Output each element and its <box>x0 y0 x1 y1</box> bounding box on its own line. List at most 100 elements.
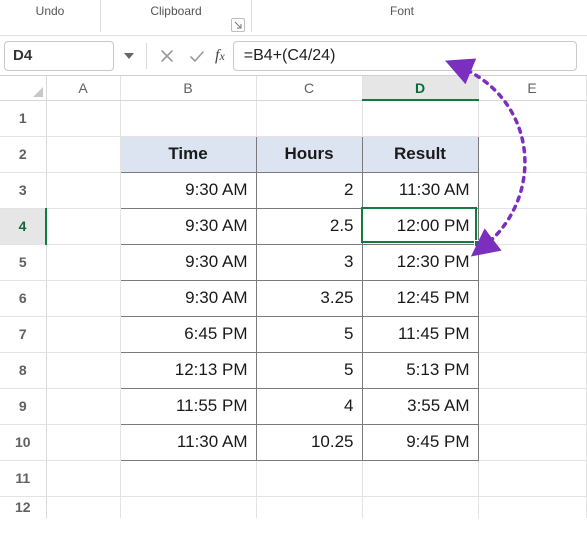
cell-c9[interactable]: 4 <box>256 388 362 424</box>
cell-e6[interactable] <box>478 280 586 316</box>
row-header-1[interactable]: 1 <box>0 100 46 136</box>
cell-a3[interactable] <box>46 172 120 208</box>
ribbon-label-font: Font <box>390 0 414 18</box>
cell-a7[interactable] <box>46 316 120 352</box>
row-header-4[interactable]: 4 <box>0 208 46 244</box>
formula-bar-row: D4 fx =B4+(C4/24) <box>0 36 587 76</box>
fx-icon[interactable]: fx <box>215 47 225 65</box>
separator <box>146 43 147 69</box>
cell-e12[interactable] <box>478 496 586 518</box>
cell-d9[interactable]: 3:55 AM <box>362 388 478 424</box>
cell-a2[interactable] <box>46 136 120 172</box>
cell-c12[interactable] <box>256 496 362 518</box>
ribbon-label-undo: Undo <box>36 0 65 18</box>
name-box[interactable]: D4 <box>4 41 114 71</box>
sheet-table: A B C D E 1 2 Time Hours Result 3 9:30 A… <box>0 76 587 518</box>
cell-d7[interactable]: 11:45 PM <box>362 316 478 352</box>
row-header-7[interactable]: 7 <box>0 316 46 352</box>
row-header-3[interactable]: 3 <box>0 172 46 208</box>
cell-e4[interactable] <box>478 208 586 244</box>
ribbon-group-clipboard: Clipboard <box>101 0 251 36</box>
col-header-b[interactable]: B <box>120 76 256 100</box>
cell-c8[interactable]: 5 <box>256 352 362 388</box>
ribbon-strip: Undo Clipboard Font <box>0 0 587 36</box>
cell-b4[interactable]: 9:30 AM <box>120 208 256 244</box>
select-all-corner[interactable] <box>0 76 46 100</box>
cell-e2[interactable] <box>478 136 586 172</box>
cell-c1[interactable] <box>256 100 362 136</box>
name-box-wrap: D4 <box>4 41 138 71</box>
ribbon-label-clipboard: Clipboard <box>150 0 201 18</box>
cell-b10[interactable]: 11:30 AM <box>120 424 256 460</box>
ribbon-group-font: Font <box>252 0 552 36</box>
col-header-c[interactable]: C <box>256 76 362 100</box>
cell-e10[interactable] <box>478 424 586 460</box>
cell-d1[interactable] <box>362 100 478 136</box>
col-header-e[interactable]: E <box>478 76 586 100</box>
cell-e8[interactable] <box>478 352 586 388</box>
cell-d2[interactable]: Result <box>362 136 478 172</box>
cell-a1[interactable] <box>46 100 120 136</box>
cell-e3[interactable] <box>478 172 586 208</box>
formula-input[interactable]: =B4+(C4/24) <box>233 41 577 71</box>
cell-a10[interactable] <box>46 424 120 460</box>
row-header-12[interactable]: 12 <box>0 496 46 518</box>
cancel-icon[interactable] <box>155 41 179 71</box>
spreadsheet-grid[interactable]: A B C D E 1 2 Time Hours Result 3 9:30 A… <box>0 76 587 518</box>
cell-d5[interactable]: 12:30 PM <box>362 244 478 280</box>
cell-d10[interactable]: 9:45 PM <box>362 424 478 460</box>
col-header-d[interactable]: D <box>362 76 478 100</box>
cell-a9[interactable] <box>46 388 120 424</box>
cell-b5[interactable]: 9:30 AM <box>120 244 256 280</box>
cell-b7[interactable]: 6:45 PM <box>120 316 256 352</box>
cell-c7[interactable]: 5 <box>256 316 362 352</box>
cell-d8[interactable]: 5:13 PM <box>362 352 478 388</box>
row-header-11[interactable]: 11 <box>0 460 46 496</box>
cell-e9[interactable] <box>478 388 586 424</box>
col-header-a[interactable]: A <box>46 76 120 100</box>
cell-d12[interactable] <box>362 496 478 518</box>
row-header-6[interactable]: 6 <box>0 280 46 316</box>
cell-a11[interactable] <box>46 460 120 496</box>
cell-d3[interactable]: 11:30 AM <box>362 172 478 208</box>
cell-b12[interactable] <box>120 496 256 518</box>
cell-c2[interactable]: Hours <box>256 136 362 172</box>
cell-a6[interactable] <box>46 280 120 316</box>
cell-c4[interactable]: 2.5 <box>256 208 362 244</box>
name-box-value: D4 <box>13 47 32 64</box>
row-header-8[interactable]: 8 <box>0 352 46 388</box>
cell-b8[interactable]: 12:13 PM <box>120 352 256 388</box>
cell-a8[interactable] <box>46 352 120 388</box>
cell-c11[interactable] <box>256 460 362 496</box>
cell-a5[interactable] <box>46 244 120 280</box>
fill-handle[interactable] <box>474 240 481 247</box>
cell-e11[interactable] <box>478 460 586 496</box>
cell-b1[interactable] <box>120 100 256 136</box>
name-box-dropdown[interactable] <box>120 41 138 71</box>
cell-c5[interactable]: 3 <box>256 244 362 280</box>
cell-d4[interactable]: 12:00 PM <box>362 208 478 244</box>
cell-a4[interactable] <box>46 208 120 244</box>
cell-b3[interactable]: 9:30 AM <box>120 172 256 208</box>
cell-e5[interactable] <box>478 244 586 280</box>
cell-b6[interactable]: 9:30 AM <box>120 280 256 316</box>
cell-b2[interactable]: Time <box>120 136 256 172</box>
cell-b9[interactable]: 11:55 PM <box>120 388 256 424</box>
cell-a12[interactable] <box>46 496 120 518</box>
row-header-2[interactable]: 2 <box>0 136 46 172</box>
ribbon-group-undo: Undo <box>0 0 100 36</box>
row-header-9[interactable]: 9 <box>0 388 46 424</box>
dialog-launcher-icon[interactable] <box>231 18 245 32</box>
cell-e1[interactable] <box>478 100 586 136</box>
cell-d11[interactable] <box>362 460 478 496</box>
formula-text: =B4+(C4/24) <box>244 47 336 65</box>
cell-d6[interactable]: 12:45 PM <box>362 280 478 316</box>
enter-icon[interactable] <box>185 41 209 71</box>
cell-c3[interactable]: 2 <box>256 172 362 208</box>
cell-b11[interactable] <box>120 460 256 496</box>
row-header-10[interactable]: 10 <box>0 424 46 460</box>
row-header-5[interactable]: 5 <box>0 244 46 280</box>
cell-c10[interactable]: 10.25 <box>256 424 362 460</box>
cell-c6[interactable]: 3.25 <box>256 280 362 316</box>
cell-e7[interactable] <box>478 316 586 352</box>
